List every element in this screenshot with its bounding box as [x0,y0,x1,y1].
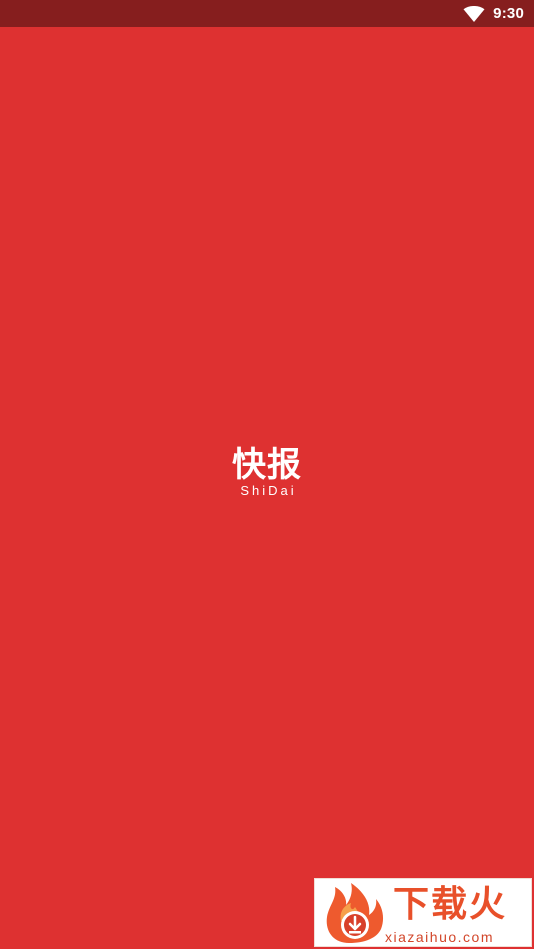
app-logo: 快报 ShiDai [0,445,534,499]
splash-screen: 9:30 快报 ShiDai 下载火 xiazaihuo.com [0,0,534,949]
status-time: 9:30 [493,5,524,22]
wifi-icon [463,5,485,22]
watermark-url: xiazaihuo.com [385,929,494,945]
logo-subtitle: ShiDai [240,483,297,498]
status-bar: 9:30 [0,0,534,27]
watermark-badge: 下载火 xiazaihuo.com [314,878,532,947]
watermark-title: 下载火 [393,884,508,925]
flame-download-icon [319,881,391,945]
logo-title: 快报 [232,445,302,485]
